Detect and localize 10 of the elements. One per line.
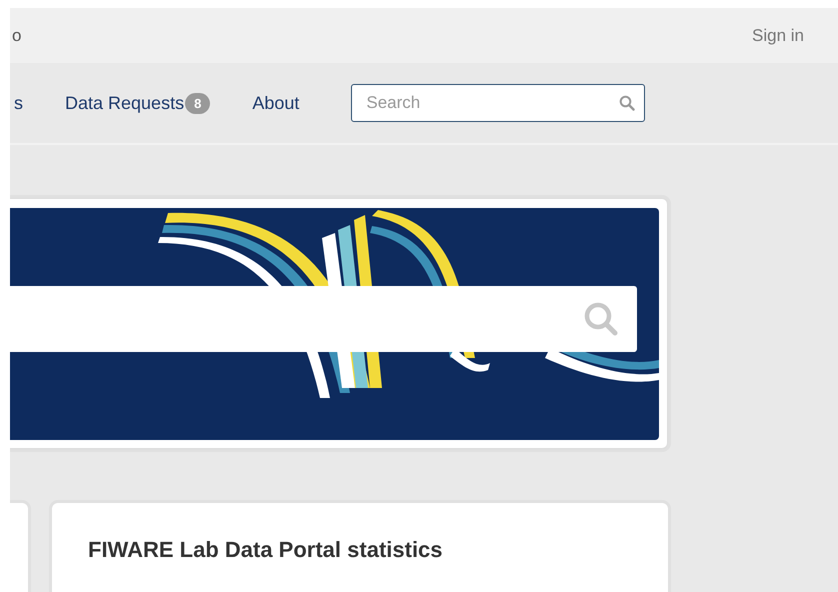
sign-in-link[interactable]: Sign in — [752, 26, 804, 46]
nav-link[interactable]: About — [252, 92, 300, 114]
search-field[interactable]: Search — [351, 84, 646, 122]
card-title: FIWARE Lab Data Portal statistics — [88, 537, 444, 563]
nav-link[interactable]: s — [14, 92, 23, 114]
count-badge: 8 — [185, 92, 210, 114]
nav-link[interactable]: o — [12, 26, 22, 46]
nav-link[interactable]: Data Requests 8 — [65, 92, 210, 114]
search-icon — [583, 301, 619, 337]
search-icon — [619, 95, 636, 111]
